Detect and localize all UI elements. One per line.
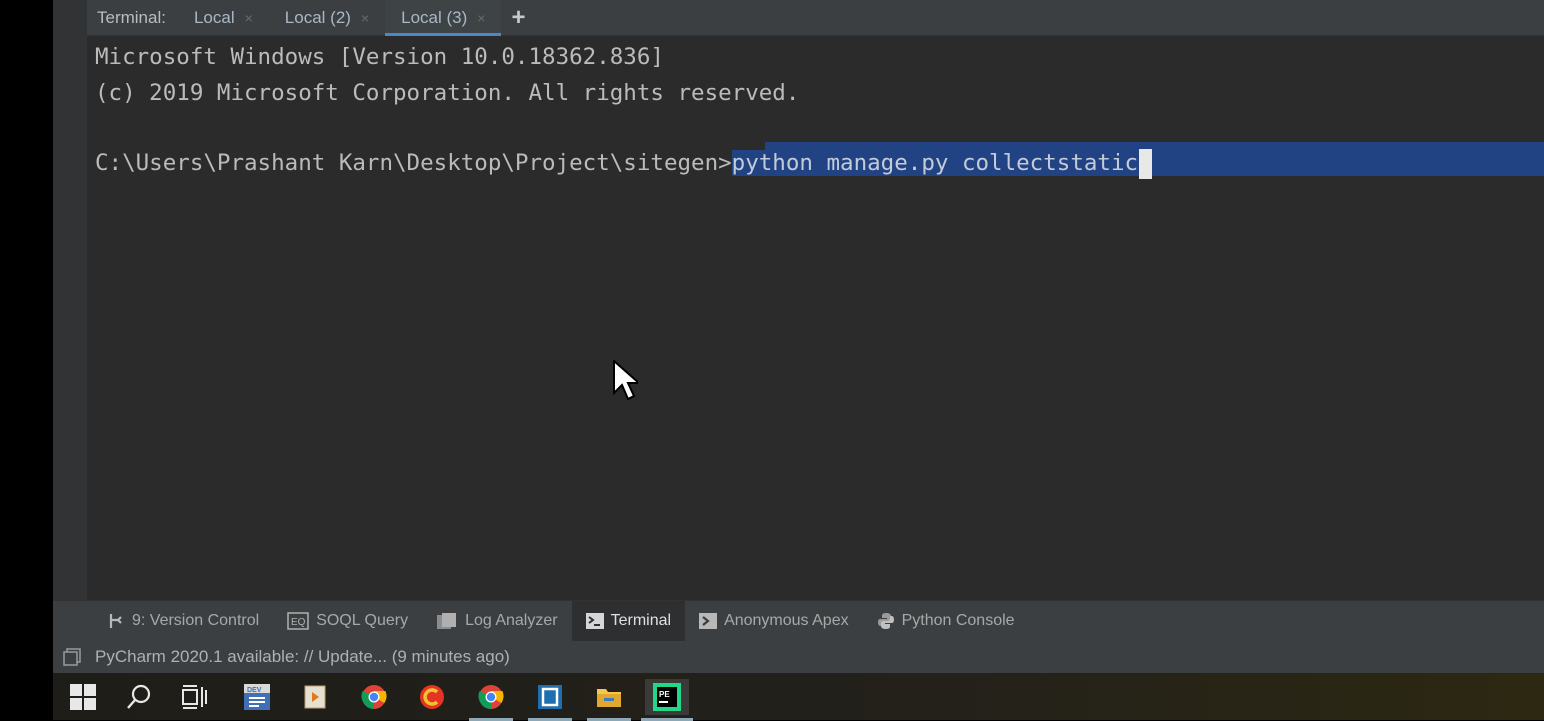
mouse-pointer-icon [613, 360, 638, 401]
ccleaner-icon[interactable] [414, 679, 450, 715]
tool-terminal[interactable]: Terminal [571, 601, 686, 641]
tool-soql-query[interactable]: EQ SOQL Query [273, 601, 422, 641]
ide-window: Terminal: Local × Local (2) × Local (3) … [53, 0, 1544, 673]
tool-anonymous-apex[interactable]: Anonymous Apex [685, 601, 863, 641]
tool-label: Python Console [901, 612, 1015, 629]
svg-text:PE: PE [659, 690, 670, 699]
media-player-icon[interactable] [297, 679, 333, 715]
close-icon[interactable]: × [361, 10, 369, 26]
tab-local-3[interactable]: Local (3) × [385, 0, 502, 36]
tool-label: Log Analyzer [465, 612, 558, 629]
command-text: python manage.py collectstatic [731, 150, 1139, 176]
apex-icon [699, 613, 718, 629]
search-icon[interactable] [121, 679, 157, 715]
python-icon [877, 613, 894, 629]
version-control-icon [109, 614, 122, 628]
add-tab-button[interactable]: + [511, 5, 525, 29]
close-icon[interactable]: × [477, 10, 485, 26]
terminal-tab-bar: Terminal: Local × Local (2) × Local (3) … [87, 0, 1544, 36]
layout-icon[interactable] [63, 648, 81, 666]
task-view-icon[interactable] [177, 679, 213, 715]
chrome-icon[interactable] [356, 679, 392, 715]
file-explorer-icon[interactable] [587, 679, 631, 721]
terminal-line: (c) 2019 Microsoft Corporation. All righ… [95, 80, 800, 106]
tab-label: Local [193, 7, 235, 27]
tool-window-bar: 9: Version Control EQ SOQL Query Log Ana… [53, 600, 1544, 641]
tab-label: Local (3) [401, 7, 468, 27]
tab-local-2[interactable]: Local (2) × [269, 0, 385, 35]
soql-icon: EQ [287, 612, 309, 630]
app-icon[interactable] [528, 679, 572, 721]
tool-version-control[interactable]: 9: Version Control [93, 601, 273, 641]
tool-label: Anonymous Apex [724, 612, 849, 629]
log-analyzer-icon [437, 613, 457, 629]
prompt-path: C:\Users\Prashant Karn\Desktop\Project\s… [95, 150, 732, 176]
tool-log-analyzer[interactable]: Log Analyzer [422, 601, 572, 641]
status-bar: PyCharm 2020.1 available: // Update... (… [53, 641, 1544, 673]
terminal-icon [585, 613, 604, 629]
pycharm-icon[interactable]: PE [641, 679, 693, 721]
terminal-output[interactable]: Microsoft Windows [Version 10.0.18362.83… [87, 36, 1544, 600]
text-caret [1139, 148, 1153, 179]
svg-text:DEV: DEV [247, 687, 262, 694]
terminal-label: Terminal: [97, 7, 166, 27]
left-gutter [53, 0, 88, 600]
tool-label: 9: Version Control [132, 612, 260, 629]
tool-python-console[interactable]: Python Console [863, 601, 1029, 641]
status-message[interactable]: PyCharm 2020.1 available: // Update... (… [95, 647, 510, 667]
tool-label: Terminal [610, 612, 672, 629]
chrome-icon[interactable] [469, 679, 513, 721]
close-icon[interactable]: × [245, 10, 253, 26]
tool-label: SOQL Query [316, 612, 409, 629]
prompt-line[interactable]: C:\Users\Prashant Karn\Desktop\Project\s… [95, 147, 1153, 179]
windows-taskbar: DEV PE [53, 673, 1544, 721]
svg-text:EQ: EQ [291, 617, 306, 628]
tab-label: Local (2) [284, 7, 351, 27]
terminal-line: Microsoft Windows [Version 10.0.18362.83… [95, 44, 664, 70]
tab-local[interactable]: Local × [178, 0, 269, 35]
devcpp-icon[interactable]: DEV [239, 679, 275, 715]
windows-start-icon[interactable] [65, 679, 101, 715]
